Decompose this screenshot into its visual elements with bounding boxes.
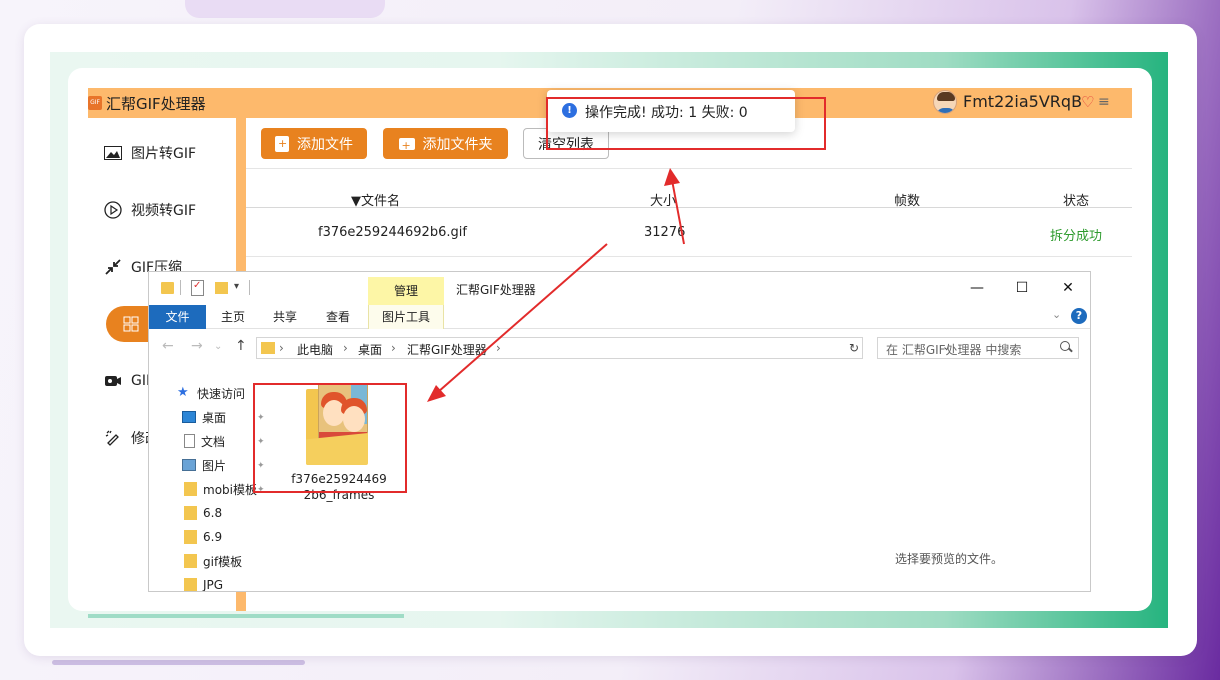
search-input[interactable]: 在 汇帮GIF处理器 中搜索 <box>877 337 1079 359</box>
new-folder-icon[interactable] <box>215 282 228 294</box>
search-placeholder: 在 汇帮GIF处理器 中搜索 <box>886 343 1022 357</box>
highlight-box-folder <box>253 383 407 493</box>
menu-icon[interactable]: ≡ <box>1098 94 1112 110</box>
highlight-box-toast <box>546 97 826 150</box>
tab-view[interactable]: 查看 <box>318 305 358 329</box>
add-file-button[interactable]: 添加文件 <box>261 128 367 159</box>
folder-icon <box>184 506 197 520</box>
folder-icon <box>184 482 197 496</box>
breadcrumb-this-pc[interactable]: 此电脑 <box>297 341 333 358</box>
table-row-filename[interactable]: f376e259244692b6.gif <box>318 225 467 240</box>
teal-decoration-line <box>88 614 404 618</box>
tree-item-folder[interactable]: mobi模板 <box>184 478 257 500</box>
folder-icon <box>161 282 174 294</box>
forward-arrow-icon[interactable]: → <box>191 338 203 354</box>
tab-manage[interactable]: 管理 <box>368 277 444 305</box>
refresh-icon[interactable]: ↻ <box>849 337 865 359</box>
close-icon[interactable]: ✕ <box>1053 276 1083 300</box>
folder-icon <box>261 342 275 354</box>
tree-item-desktop[interactable]: 桌面 <box>182 406 226 428</box>
add-file-icon <box>275 135 289 152</box>
properties-icon[interactable] <box>191 280 204 296</box>
tree-item-folder[interactable]: JPG <box>184 574 223 591</box>
folder-icon <box>184 578 197 591</box>
header-divider <box>246 207 1132 208</box>
tree-item-pictures[interactable]: 图片 <box>182 454 226 476</box>
user-avatar[interactable] <box>933 90 957 114</box>
sidebar-item-video-to-gif[interactable]: 视频转GIF <box>88 192 236 228</box>
add-folder-button[interactable]: 添加文件夹 <box>383 128 508 159</box>
table-row-status: 拆分成功 <box>1050 229 1103 244</box>
sidebar-item-image-to-gif[interactable]: 图片转GIF <box>88 135 236 171</box>
separator <box>180 280 181 295</box>
search-icon <box>1060 341 1072 353</box>
minimize-icon[interactable]: — <box>962 276 992 300</box>
table-row-size: 31276 <box>644 225 686 240</box>
top-decoration <box>185 0 385 18</box>
toolbar-divider <box>246 168 1132 169</box>
image-icon <box>103 143 123 163</box>
tree-item-folder[interactable]: gif模板 <box>184 550 242 572</box>
maximize-icon[interactable]: ☐ <box>1007 276 1037 300</box>
video-gif-icon <box>103 371 123 391</box>
breadcrumb-separator: › <box>279 341 284 355</box>
breadcrumb-folder[interactable]: 汇帮GIF处理器 <box>407 341 487 358</box>
tab-picture-tools[interactable]: 图片工具 <box>368 305 444 329</box>
compress-icon <box>103 257 123 277</box>
sidebar-item-label: 图片转GIF <box>131 146 197 162</box>
app-logo-icon: GIF <box>88 96 102 110</box>
folder-icon <box>184 554 197 568</box>
breadcrumb-separator: › <box>391 341 396 355</box>
chevron-down-icon[interactable]: ⌄ <box>1052 308 1061 321</box>
back-arrow-icon[interactable]: ← <box>162 338 174 354</box>
picture-icon <box>182 459 196 471</box>
breadcrumb-separator: › <box>343 341 348 355</box>
tree-item-folder[interactable]: 6.9 <box>184 526 222 548</box>
document-icon <box>184 434 195 448</box>
tab-share[interactable]: 共享 <box>265 305 305 329</box>
app-title: 汇帮GIF处理器 <box>106 95 206 113</box>
row-divider <box>246 256 1132 257</box>
add-file-label: 添加文件 <box>297 136 353 153</box>
breadcrumb-desktop[interactable]: 桌面 <box>358 341 382 358</box>
address-row: ← → ⌄ ↑ › 此电脑 › 桌面 › 汇帮GIF处理器 › ⌄ ↻ 在 汇帮… <box>149 329 1090 365</box>
chevron-down-icon[interactable]: ⌄ <box>214 341 222 352</box>
add-folder-icon <box>398 137 415 153</box>
ribbon-tabs: 文件 主页 共享 查看 图片工具 ⌄ ? <box>149 305 1090 329</box>
tree-item-quick-access[interactable]: ★ 快速访问 <box>177 382 245 404</box>
tab-file[interactable]: 文件 <box>149 305 206 329</box>
tab-home[interactable]: 主页 <box>213 305 253 329</box>
explorer-titlebar: ▾ 管理 汇帮GIF处理器 — ☐ ✕ <box>149 272 1090 305</box>
star-icon: ★ <box>177 385 189 400</box>
edit-icon <box>103 428 123 448</box>
vip-heart-icon[interactable]: ♡ <box>1081 94 1097 110</box>
play-circle-icon <box>103 200 123 220</box>
separator <box>249 280 250 295</box>
desktop-icon <box>182 411 196 423</box>
help-icon[interactable]: ? <box>1071 308 1087 324</box>
tree-item-documents[interactable]: 文档 <box>184 430 225 452</box>
folder-icon <box>184 530 197 544</box>
tree-item-folder[interactable]: 6.8 <box>184 502 222 524</box>
up-arrow-icon[interactable]: ↑ <box>235 338 247 354</box>
preview-hint: 选择要预览的文件。 <box>895 552 1004 566</box>
bottom-decoration <box>52 660 305 665</box>
sidebar-item-label: 视频转GIF <box>131 203 197 219</box>
grid-icon <box>121 314 141 334</box>
add-folder-label: 添加文件夹 <box>422 136 493 153</box>
chevron-down-icon[interactable]: ▾ <box>234 281 239 292</box>
address-bar[interactable]: › 此电脑 › 桌面 › 汇帮GIF处理器 › ⌄ <box>256 337 951 359</box>
breadcrumb-separator: › <box>496 341 501 355</box>
explorer-window-title: 汇帮GIF处理器 <box>456 283 536 297</box>
username[interactable]: Fmt22ia5VRqB <box>963 92 1082 111</box>
